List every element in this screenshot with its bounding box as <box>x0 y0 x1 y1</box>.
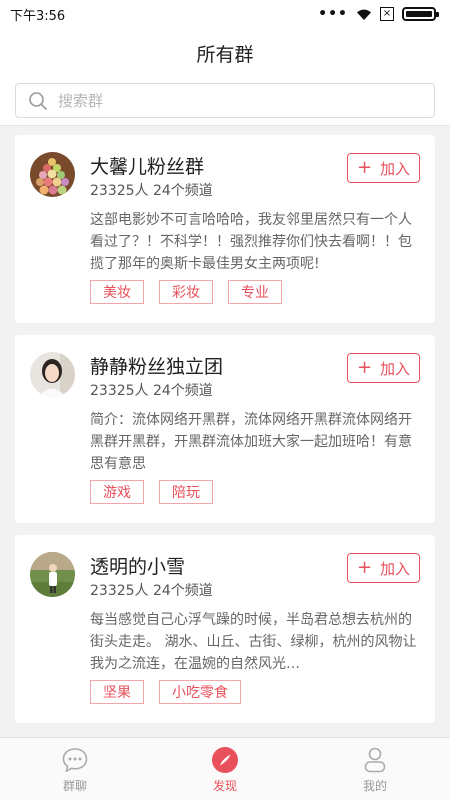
join-label: 加入 <box>380 159 411 178</box>
group-name: 静静粉丝独立团 <box>90 356 224 378</box>
group-card[interactable]: 透明的小雪 23325人 24个频道 + 加入 每当感觉自己心浮气躁的时候，半岛… <box>15 535 435 723</box>
search-input[interactable] <box>58 91 398 110</box>
group-meta: 23325人 24个频道 <box>90 383 213 399</box>
page-title: 所有群 <box>196 44 254 66</box>
tag[interactable]: 彩妆 <box>159 280 213 304</box>
status-bar: 下午3:56 ••• × <box>0 0 450 28</box>
status-icons: ••• × <box>318 6 439 22</box>
group-card[interactable]: 大馨儿粉丝群 23325人 24个频道 + 加入 这部电影妙不可言哈哈哈，我友邻… <box>15 135 435 323</box>
search-box[interactable] <box>15 83 435 118</box>
group-description: 简介：流体网络开黑群，流体网络开黑群流体网络开黑群开黑群，开黑群流体加班大家一起… <box>90 412 412 472</box>
status-time: 下午3:56 <box>10 8 66 24</box>
tag[interactable]: 坚果 <box>90 680 144 704</box>
tag-list: 美妆 彩妆 专业 <box>90 280 282 304</box>
group-meta: 23325人 24个频道 <box>90 183 213 199</box>
tag[interactable]: 专业 <box>228 280 282 304</box>
tag[interactable]: 美妆 <box>90 280 144 304</box>
tab-discover[interactable]: 发现 <box>150 738 300 800</box>
tag[interactable]: 游戏 <box>90 480 144 504</box>
plus-icon: + <box>356 557 373 578</box>
group-avatar <box>30 552 75 597</box>
tab-label: 发现 <box>212 779 237 793</box>
tab-label: 我的 <box>362 779 387 793</box>
group-name: 透明的小雪 <box>90 556 186 578</box>
group-description: 每当感觉自己心浮气躁的时候，半岛君总想去杭州的街头走走。 湖水、山丘、古街、绿柳… <box>90 612 417 672</box>
group-avatar <box>30 152 75 197</box>
compass-icon <box>212 747 238 773</box>
more-dots-icon: ••• <box>318 6 348 22</box>
chat-bubble-icon <box>62 748 88 773</box>
tag[interactable]: 小吃零食 <box>159 680 241 704</box>
search-icon <box>29 91 47 110</box>
group-list: 大馨儿粉丝群 23325人 24个频道 + 加入 这部电影妙不可言哈哈哈，我友邻… <box>15 135 435 735</box>
user-icon <box>364 747 386 773</box>
tag[interactable]: 陪玩 <box>159 480 213 504</box>
join-button[interactable]: + 加入 <box>347 353 420 383</box>
battery-icon <box>402 7 439 21</box>
join-button[interactable]: + 加入 <box>347 153 420 183</box>
tag-list: 坚果 小吃零食 <box>90 680 241 704</box>
group-description: 这部电影妙不可言哈哈哈，我友邻里居然只有一个人看过了？！不科学！！强烈推荐你们快… <box>90 212 412 272</box>
tab-label: 群聊 <box>62 779 87 793</box>
no-sim-icon: × <box>380 7 394 21</box>
join-label: 加入 <box>380 559 411 578</box>
tab-bar: 群聊 发现 我的 <box>0 737 450 800</box>
group-meta: 23325人 24个频道 <box>90 583 213 599</box>
group-avatar <box>30 352 75 397</box>
tab-chat[interactable]: 群聊 <box>0 738 150 800</box>
wifi-icon <box>357 9 371 20</box>
join-label: 加入 <box>380 359 411 378</box>
group-name: 大馨儿粉丝群 <box>90 156 205 178</box>
group-card[interactable]: 静静粉丝独立团 23325人 24个频道 + 加入 简介：流体网络开黑群，流体网… <box>15 335 435 523</box>
header: 所有群 <box>0 28 450 126</box>
plus-icon: + <box>356 157 373 178</box>
tag-list: 游戏 陪玩 <box>90 480 213 504</box>
tab-mine[interactable]: 我的 <box>300 738 450 800</box>
join-button[interactable]: + 加入 <box>347 553 420 583</box>
plus-icon: + <box>356 357 373 378</box>
